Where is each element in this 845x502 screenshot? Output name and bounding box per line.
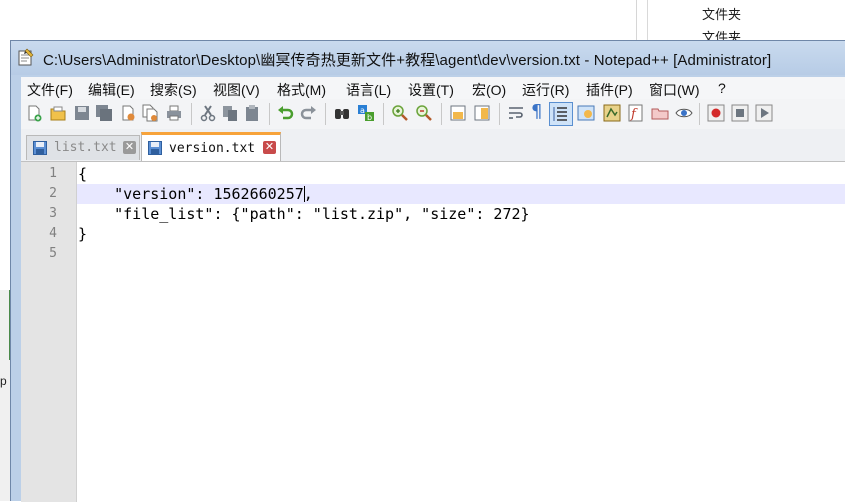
menu-settings[interactable]: 设置(T) xyxy=(408,80,454,100)
menu-view[interactable]: 视图(V) xyxy=(213,80,260,100)
undo-icon[interactable] xyxy=(277,104,295,122)
menu-language[interactable]: 语言(L) xyxy=(346,80,391,100)
tab-label: version.txt xyxy=(169,141,256,156)
document-map-icon[interactable] xyxy=(603,104,621,122)
line-number: 5 xyxy=(49,246,57,261)
menu-plugins[interactable]: 插件(P) xyxy=(586,80,633,100)
explorer-file-list: 文件夹 文件夹 xyxy=(636,0,845,45)
menu-bar: 文件(F) 编辑(E) 搜索(S) 视图(V) 格式(M) 语言(L) 设置(T… xyxy=(21,77,845,99)
line-number: 3 xyxy=(49,206,57,221)
record-macro-icon[interactable] xyxy=(707,104,725,122)
toolbar-separator xyxy=(325,103,326,125)
save-all-icon[interactable] xyxy=(95,104,113,122)
close-all-icon[interactable] xyxy=(141,104,159,122)
tab-list-txt[interactable]: list.txt ✕ xyxy=(26,135,140,160)
find-icon[interactable] xyxy=(333,104,351,122)
toolbar-separator xyxy=(383,103,384,125)
user-language-icon[interactable] xyxy=(577,104,595,122)
redo-icon[interactable] xyxy=(299,104,317,122)
replace-icon[interactable]: ab xyxy=(357,104,375,122)
function-list-icon[interactable]: f xyxy=(627,104,645,122)
stop-record-icon[interactable] xyxy=(731,104,749,122)
tab-close-icon[interactable]: ✕ xyxy=(263,141,276,154)
indent-guide-icon[interactable] xyxy=(549,102,573,126)
close-icon[interactable] xyxy=(119,104,137,122)
toolbar-separator xyxy=(699,103,700,125)
save-icon[interactable] xyxy=(73,104,91,122)
folder-as-workspace-icon[interactable] xyxy=(651,104,669,122)
code-line[interactable]: "file_list": {"path": "list.zip", "size"… xyxy=(78,205,529,223)
notepad-plus-plus-window: C:\Users\Administrator\Desktop\幽冥传奇热更新文件… xyxy=(10,40,845,502)
toolbar-separator xyxy=(441,103,442,125)
explorer-left-item: p xyxy=(0,374,7,388)
toolbar-separator xyxy=(269,103,270,125)
print-icon[interactable] xyxy=(165,104,183,122)
title-bar[interactable]: C:\Users\Administrator\Desktop\幽冥传奇热更新文件… xyxy=(11,41,845,75)
menu-window[interactable]: 窗口(W) xyxy=(649,80,700,100)
notepad-icon xyxy=(18,48,34,66)
menu-format[interactable]: 格式(M) xyxy=(277,80,326,100)
playback-icon[interactable] xyxy=(755,104,773,122)
toolbar-separator xyxy=(191,103,192,125)
menu-macro[interactable]: 宏(O) xyxy=(472,80,506,100)
show-all-chars-icon[interactable]: ¶ xyxy=(531,101,549,122)
monitoring-icon[interactable] xyxy=(675,104,693,122)
svg-text:a: a xyxy=(360,106,365,115)
menu-file[interactable]: 文件(F) xyxy=(27,80,73,100)
paste-icon[interactable] xyxy=(243,104,261,122)
explorer-item-type: 文件夹 xyxy=(702,7,742,22)
tab-label: list.txt xyxy=(54,140,117,155)
zoom-in-icon[interactable] xyxy=(391,104,409,122)
sync-horizontal-icon[interactable] xyxy=(473,104,491,122)
code-line-current[interactable]: "version": 1562660257, xyxy=(78,185,313,203)
toolbar: ab ¶ f xyxy=(21,99,845,129)
line-number: 1 xyxy=(49,166,57,181)
line-number-gutter: 1 2 3 4 5 xyxy=(21,162,77,502)
new-file-icon[interactable] xyxy=(25,104,43,122)
saved-file-icon xyxy=(33,141,47,155)
tab-close-icon[interactable]: ✕ xyxy=(123,141,136,154)
copy-icon[interactable] xyxy=(221,104,239,122)
menu-search[interactable]: 搜索(S) xyxy=(150,80,197,100)
tab-version-txt[interactable]: version.txt ✕ xyxy=(141,132,281,161)
menu-edit[interactable]: 编辑(E) xyxy=(88,80,135,100)
menu-help[interactable]: ? xyxy=(718,80,726,96)
svg-text:b: b xyxy=(367,113,372,122)
open-file-icon[interactable] xyxy=(49,104,67,122)
zoom-out-icon[interactable] xyxy=(415,104,433,122)
line-number: 4 xyxy=(49,226,57,241)
code-text: "version": 1562660257 xyxy=(78,185,304,203)
line-number: 2 xyxy=(49,186,57,201)
menu-run[interactable]: 运行(R) xyxy=(522,80,569,100)
window-title: C:\Users\Administrator\Desktop\幽冥传奇热更新文件… xyxy=(43,52,772,69)
code-text: , xyxy=(303,185,313,203)
saved-file-icon xyxy=(148,141,162,155)
code-line[interactable]: } xyxy=(78,225,87,243)
tab-bar: list.txt ✕ version.txt ✕ xyxy=(21,129,845,162)
cut-icon[interactable] xyxy=(199,104,217,122)
divider xyxy=(647,0,648,40)
sync-vertical-icon[interactable] xyxy=(449,104,467,122)
toolbar-separator xyxy=(499,103,500,125)
code-line[interactable]: { xyxy=(78,165,87,183)
word-wrap-icon[interactable] xyxy=(507,104,525,122)
editor-area[interactable]: 1 2 3 4 5 { "version": 1562660257, "file… xyxy=(21,162,845,502)
